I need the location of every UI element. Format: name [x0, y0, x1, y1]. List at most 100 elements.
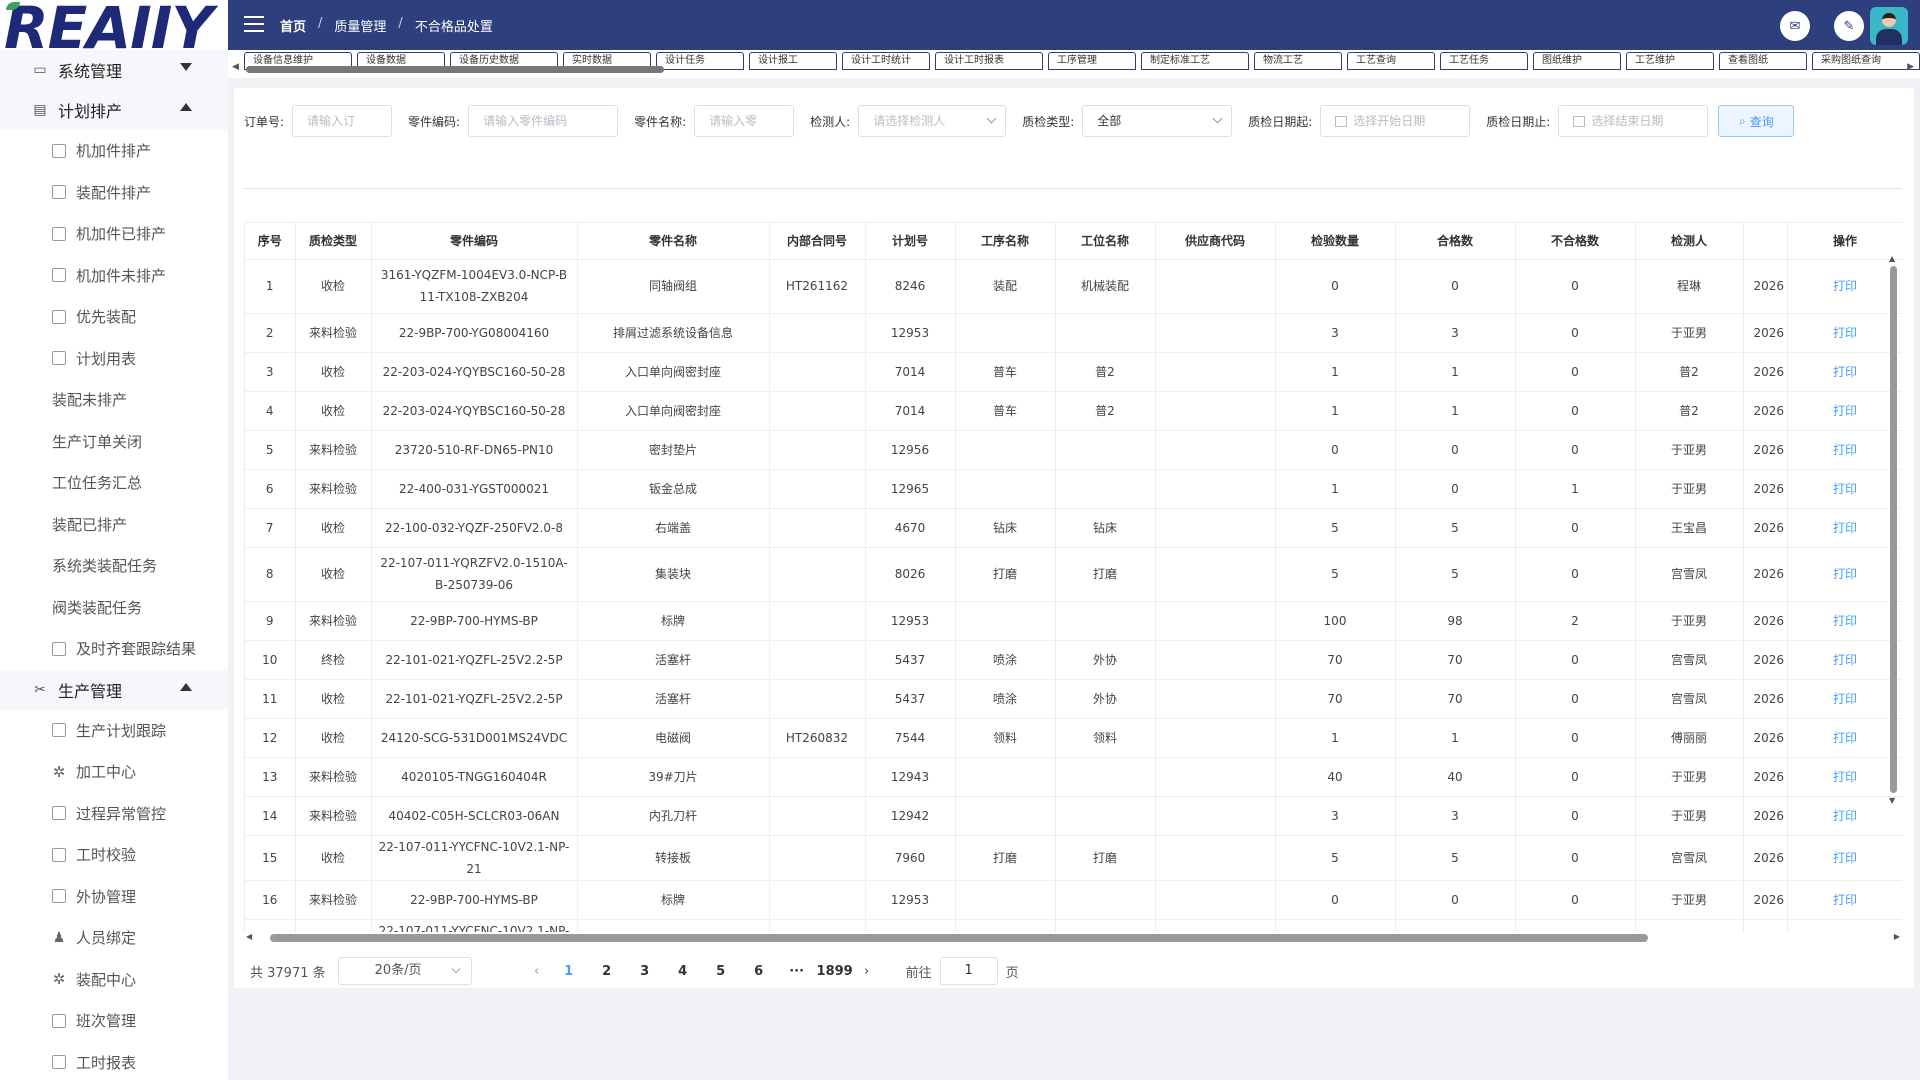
- sidebar-item[interactable]: ♟ 人员绑定: [0, 917, 228, 959]
- tab-item[interactable]: 工艺维护: [1626, 52, 1714, 70]
- part-name-input[interactable]: 请输入零: [694, 105, 795, 137]
- scroll-up-icon[interactable]: ▲: [1889, 254, 1895, 263]
- sidebar-item[interactable]: 工时报表: [0, 1042, 228, 1080]
- print-link[interactable]: 打印: [1787, 547, 1902, 602]
- sidebar-item[interactable]: 阀类装配任务: [0, 587, 228, 629]
- table-cell: 0: [1515, 718, 1636, 758]
- table-vertical-scrollbar[interactable]: ▲ ▼: [1889, 254, 1898, 805]
- sidebar-item[interactable]: 系统类装配任务: [0, 545, 228, 587]
- sidebar-item[interactable]: 生产订单关闭: [0, 421, 228, 463]
- print-link[interactable]: 打印: [1787, 718, 1902, 758]
- sidebar-item[interactable]: 机加件未排产: [0, 255, 228, 297]
- sidebar-item[interactable]: 生产计划跟踪: [0, 710, 228, 752]
- qc-type-select[interactable]: 全部: [1082, 105, 1233, 137]
- sidebar-item[interactable]: 装配已排产: [0, 504, 228, 546]
- tab-scroll-left-icon[interactable]: ◀: [232, 62, 239, 72]
- menu-group-system[interactable]: ▭ 系统管理: [0, 50, 228, 90]
- table-cell: [1155, 352, 1276, 392]
- print-link[interactable]: 打印: [1787, 601, 1902, 641]
- page-number[interactable]: 1899: [816, 964, 854, 979]
- order-no-input[interactable]: 请输入订: [292, 105, 393, 137]
- scroll-right-icon[interactable]: ▶: [1894, 932, 1900, 941]
- avatar[interactable]: [1870, 7, 1908, 45]
- tab-item[interactable]: 制定标准工艺: [1141, 52, 1249, 70]
- page-number[interactable]: 5: [702, 964, 740, 979]
- sidebar-item[interactable]: ✲ 加工中心: [0, 751, 228, 793]
- tab-scroll-right-icon[interactable]: ▶: [1907, 62, 1914, 72]
- table-header-cell: 质检类型: [295, 223, 372, 260]
- table-cell: 来料检验: [295, 469, 372, 509]
- table-cell: 8026: [865, 547, 956, 602]
- print-link[interactable]: 打印: [1787, 391, 1902, 431]
- sidebar-item[interactable]: 装配件排产: [0, 172, 228, 214]
- scroll-down-icon[interactable]: ▼: [1889, 796, 1895, 805]
- tab-item[interactable]: 图纸维护: [1533, 52, 1621, 70]
- sidebar-item[interactable]: 工位任务汇总: [0, 462, 228, 504]
- sidebar-item[interactable]: 机加件排产: [0, 130, 228, 172]
- print-link[interactable]: 打印: [1787, 796, 1902, 836]
- print-link[interactable]: 打印: [1787, 352, 1902, 392]
- page-size-select[interactable]: 20条/页: [337, 957, 472, 985]
- sidebar-item[interactable]: 工时校验: [0, 834, 228, 876]
- part-code-input[interactable]: 请输入零件编码: [468, 105, 619, 137]
- tab-item[interactable]: 设计工时统计: [842, 52, 930, 70]
- print-link[interactable]: 打印: [1787, 508, 1902, 548]
- print-link[interactable]: 打印: [1787, 640, 1902, 680]
- goto-page-input[interactable]: 1: [939, 957, 998, 985]
- tab-item[interactable]: 工艺查询: [1347, 52, 1435, 70]
- print-link[interactable]: 打印: [1787, 313, 1902, 353]
- sidebar-item[interactable]: 机加件已排产: [0, 213, 228, 255]
- search-button[interactable]: ⌕ 查询: [1718, 105, 1795, 137]
- page-number[interactable]: 6: [740, 964, 778, 979]
- table-horizontal-scrollbar[interactable]: ◀ ▶: [244, 932, 1902, 942]
- tab-item[interactable]: 工序管理: [1048, 52, 1136, 70]
- tab-item[interactable]: 设计工时报表: [935, 52, 1043, 70]
- print-link[interactable]: 打印: [1787, 430, 1902, 470]
- scroll-left-icon[interactable]: ◀: [246, 932, 252, 941]
- page-number[interactable]: 1: [550, 964, 588, 979]
- sidebar-item[interactable]: 过程异常管控: [0, 793, 228, 835]
- menu-group-plan[interactable]: ▤ 计划排产: [0, 90, 228, 130]
- table-cell: 40402-C05H-SCLCR03-06AN: [371, 796, 578, 836]
- page-number[interactable]: 4: [664, 964, 702, 979]
- table-cell: 宫雪凤: [1635, 919, 1744, 932]
- tab-item[interactable]: 查看图纸: [1719, 52, 1807, 70]
- sidebar-item[interactable]: 班次管理: [0, 1000, 228, 1042]
- date-end-picker[interactable]: 选择结束日期: [1558, 105, 1709, 137]
- page-number[interactable]: 3: [626, 964, 664, 979]
- print-link[interactable]: 打印: [1787, 757, 1902, 797]
- print-link[interactable]: 打印: [1787, 259, 1902, 314]
- tab-item[interactable]: 设计报工: [749, 52, 837, 70]
- breadcrumb-home[interactable]: 首页: [280, 16, 306, 35]
- menu-group-production[interactable]: ✂ 生产管理: [0, 669, 228, 710]
- inspector-select[interactable]: 请选择检测人: [858, 105, 1007, 137]
- date-start-picker[interactable]: 选择开始日期: [1320, 105, 1471, 137]
- sidebar-item[interactable]: ✲ 装配中心: [0, 959, 228, 1001]
- page-number[interactable]: 2: [588, 964, 626, 979]
- sidebar-item[interactable]: 装配未排产: [0, 379, 228, 421]
- prev-page-icon[interactable]: ‹: [524, 964, 550, 979]
- table-cell: [1055, 757, 1156, 797]
- print-link[interactable]: 打印: [1787, 469, 1902, 509]
- tab-item[interactable]: 采购图纸查询: [1812, 52, 1920, 70]
- next-page-icon[interactable]: ›: [854, 964, 880, 979]
- print-link[interactable]: 打印: [1787, 880, 1902, 920]
- print-link[interactable]: 打印: [1787, 835, 1902, 881]
- tab-item[interactable]: 物流工艺: [1254, 52, 1342, 70]
- sidebar-item[interactable]: 优先装配: [0, 296, 228, 338]
- edit-icon[interactable]: ✎: [1834, 11, 1864, 41]
- qc-type-label: 质检类型:: [1022, 114, 1075, 129]
- tab-item[interactable]: 工艺任务: [1440, 52, 1528, 70]
- mail-icon[interactable]: ✉: [1780, 11, 1810, 41]
- page-number[interactable]: ···: [778, 964, 816, 979]
- print-link[interactable]: 打印: [1787, 679, 1902, 719]
- breadcrumb-quality[interactable]: 质量管理: [334, 16, 386, 35]
- sidebar-item[interactable]: 外协管理: [0, 876, 228, 918]
- sidebar-item[interactable]: 及时齐套跟踪结果: [0, 628, 228, 670]
- table-cell: 8: [245, 547, 296, 602]
- tab-scrollbar[interactable]: [246, 66, 664, 73]
- hamburger-menu-icon[interactable]: [244, 16, 264, 32]
- tab-item[interactable]: 设计任务: [656, 52, 744, 70]
- print-link[interactable]: 打印: [1787, 919, 1902, 932]
- sidebar-item[interactable]: 计划用表: [0, 338, 228, 380]
